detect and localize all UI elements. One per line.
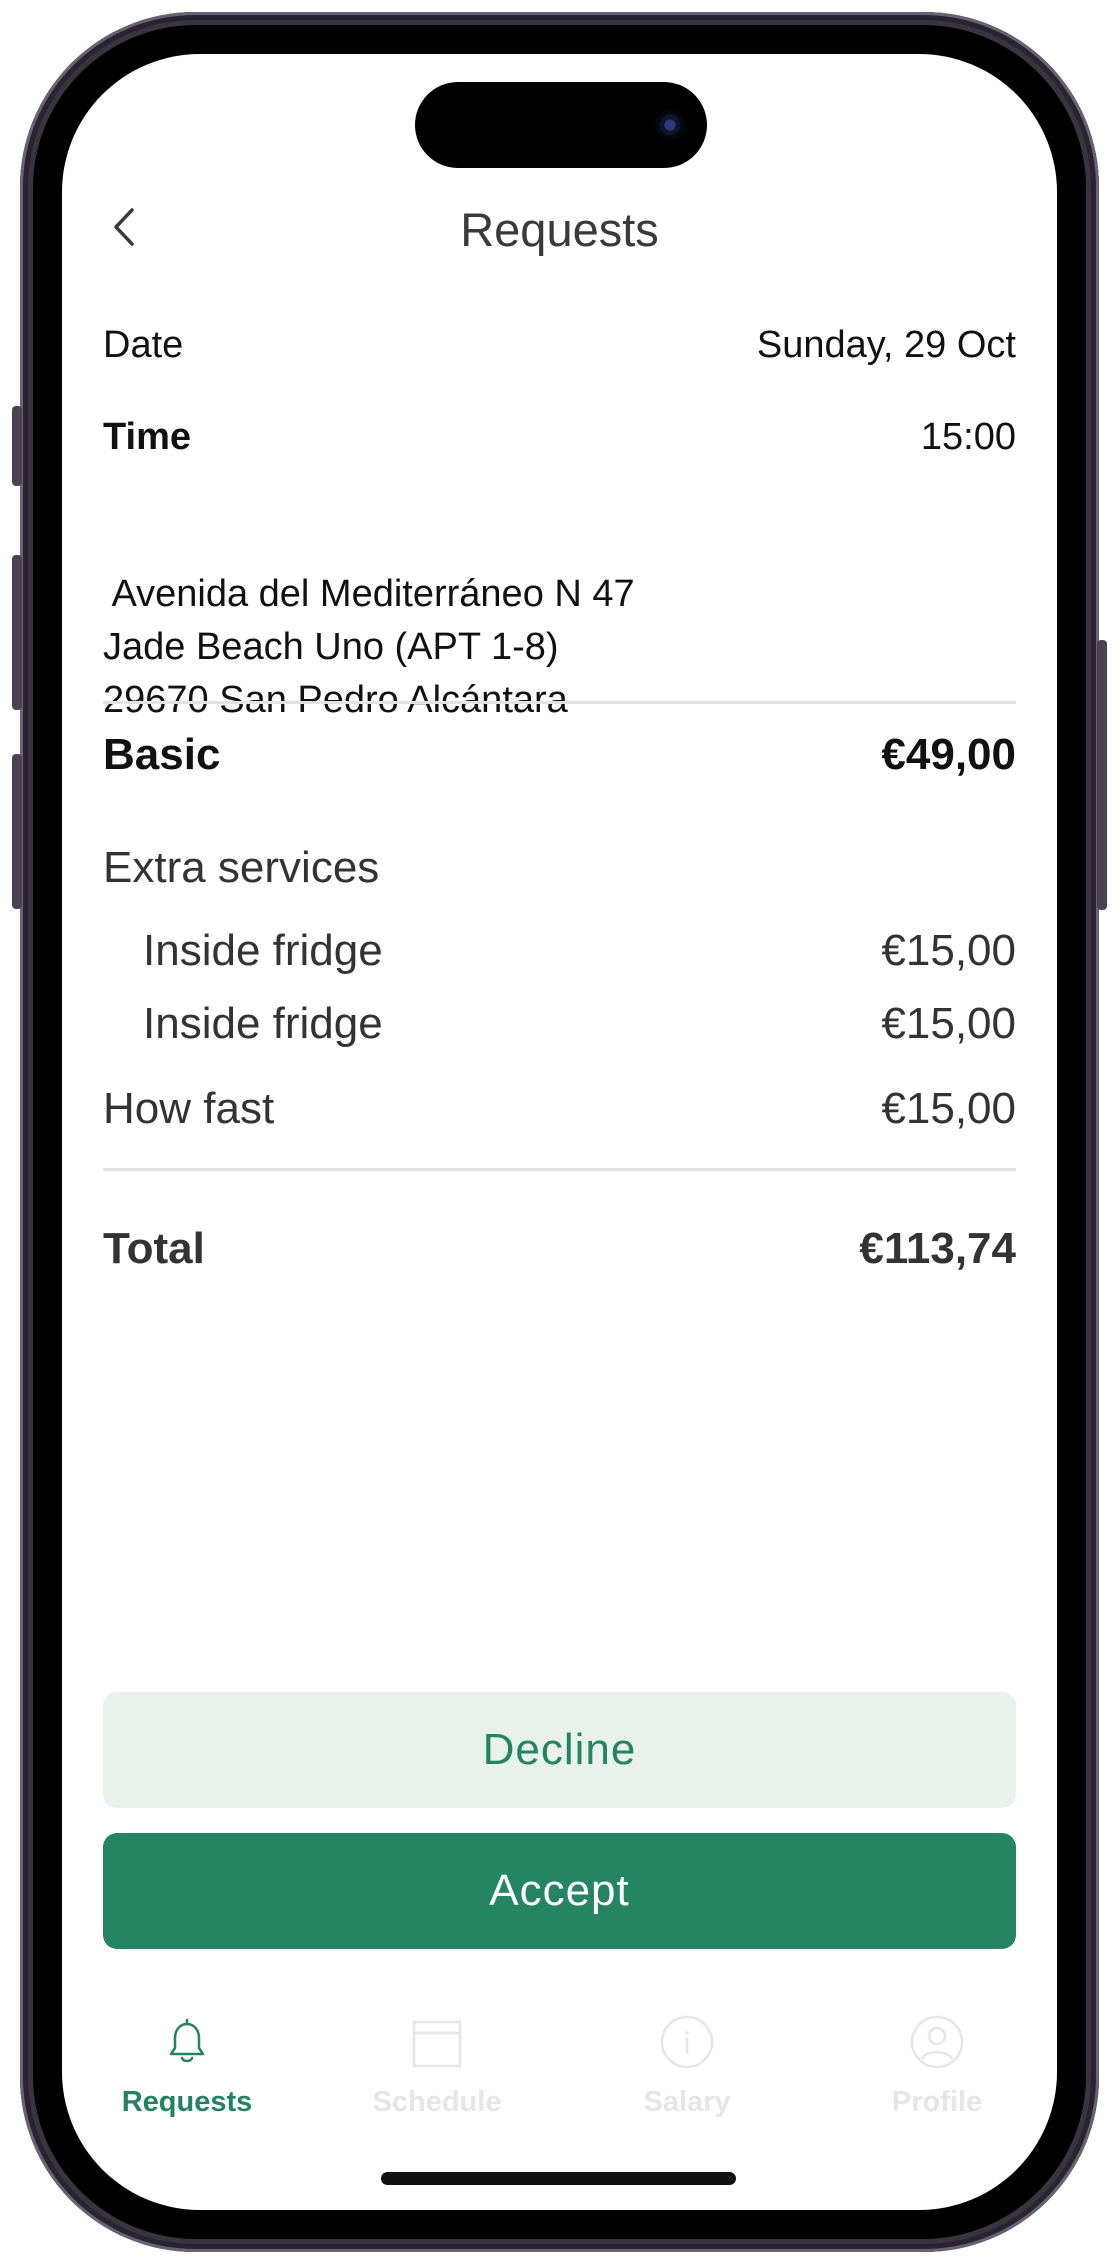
basic-row: Basic €49,00 xyxy=(103,730,1016,780)
basic-label: Basic xyxy=(103,730,221,779)
total-label: Total xyxy=(103,1224,205,1273)
how-fast-row: How fast €15,00 xyxy=(103,1084,1016,1134)
tab-label: Schedule xyxy=(372,2086,502,2118)
date-row: Date Sunday, 29 Oct xyxy=(103,324,1016,367)
camera-icon xyxy=(655,110,685,140)
address-line-1: Avenida del Mediterráneo N 47 xyxy=(103,573,635,615)
volume-down-button xyxy=(12,754,22,909)
address-line-2: Jade Beach Uno (APT 1-8) xyxy=(103,626,559,668)
decline-button[interactable]: Decline xyxy=(103,1692,1016,1808)
extra-service-price: €15,00 xyxy=(881,999,1016,1048)
how-fast-price: €15,00 xyxy=(881,1084,1016,1133)
extra-service-item: Inside fridge €15,00 xyxy=(143,999,1016,1049)
extra-service-price: €15,00 xyxy=(881,926,1016,975)
tab-label: Profile xyxy=(891,2086,983,2118)
time-value: 15:00 xyxy=(920,416,1016,458)
date-label: Date xyxy=(103,324,184,366)
bell-icon xyxy=(169,2018,205,2063)
basic-price: €49,00 xyxy=(881,730,1016,779)
divider xyxy=(103,701,1016,704)
time-label: Time xyxy=(103,416,192,458)
home-indicator[interactable] xyxy=(381,2172,736,2185)
tab-bar: Requests Schedule Salary Profile xyxy=(62,2012,1057,2152)
tab-profile[interactable]: Profile xyxy=(837,2012,1037,2119)
tab-requests[interactable]: Requests xyxy=(87,2012,287,2119)
accept-button[interactable]: Accept xyxy=(103,1833,1016,1949)
extra-service-label: Inside fridge xyxy=(143,999,383,1048)
tab-label: Requests xyxy=(121,2086,253,2118)
extra-services-row: Extra services xyxy=(103,843,1016,893)
time-row: Time 15:00 xyxy=(103,416,1016,459)
action-button xyxy=(12,406,22,486)
info-icon xyxy=(660,2015,714,2069)
total-price: €113,74 xyxy=(859,1224,1016,1273)
screen: Requests Date Sunday, 29 Oct Time 15:00 … xyxy=(62,54,1057,2210)
tab-label: Salary xyxy=(643,2086,731,2118)
power-button xyxy=(1097,640,1107,910)
dynamic-island xyxy=(415,82,707,168)
person-icon xyxy=(910,2015,964,2069)
total-row: Total €113,74 xyxy=(103,1224,1016,1274)
tab-salary[interactable]: Salary xyxy=(587,2012,787,2119)
extra-service-item: Inside fridge €15,00 xyxy=(143,926,1016,976)
tab-schedule[interactable]: Schedule xyxy=(337,2012,537,2119)
calendar-icon xyxy=(412,2020,462,2068)
page-title: Requests xyxy=(460,203,659,256)
how-fast-label: How fast xyxy=(103,1084,275,1133)
divider xyxy=(103,1168,1016,1171)
extra-service-label: Inside fridge xyxy=(143,926,383,975)
date-value: Sunday, 29 Oct xyxy=(756,324,1016,366)
extra-services-label: Extra services xyxy=(103,843,380,892)
volume-up-button xyxy=(12,555,22,710)
